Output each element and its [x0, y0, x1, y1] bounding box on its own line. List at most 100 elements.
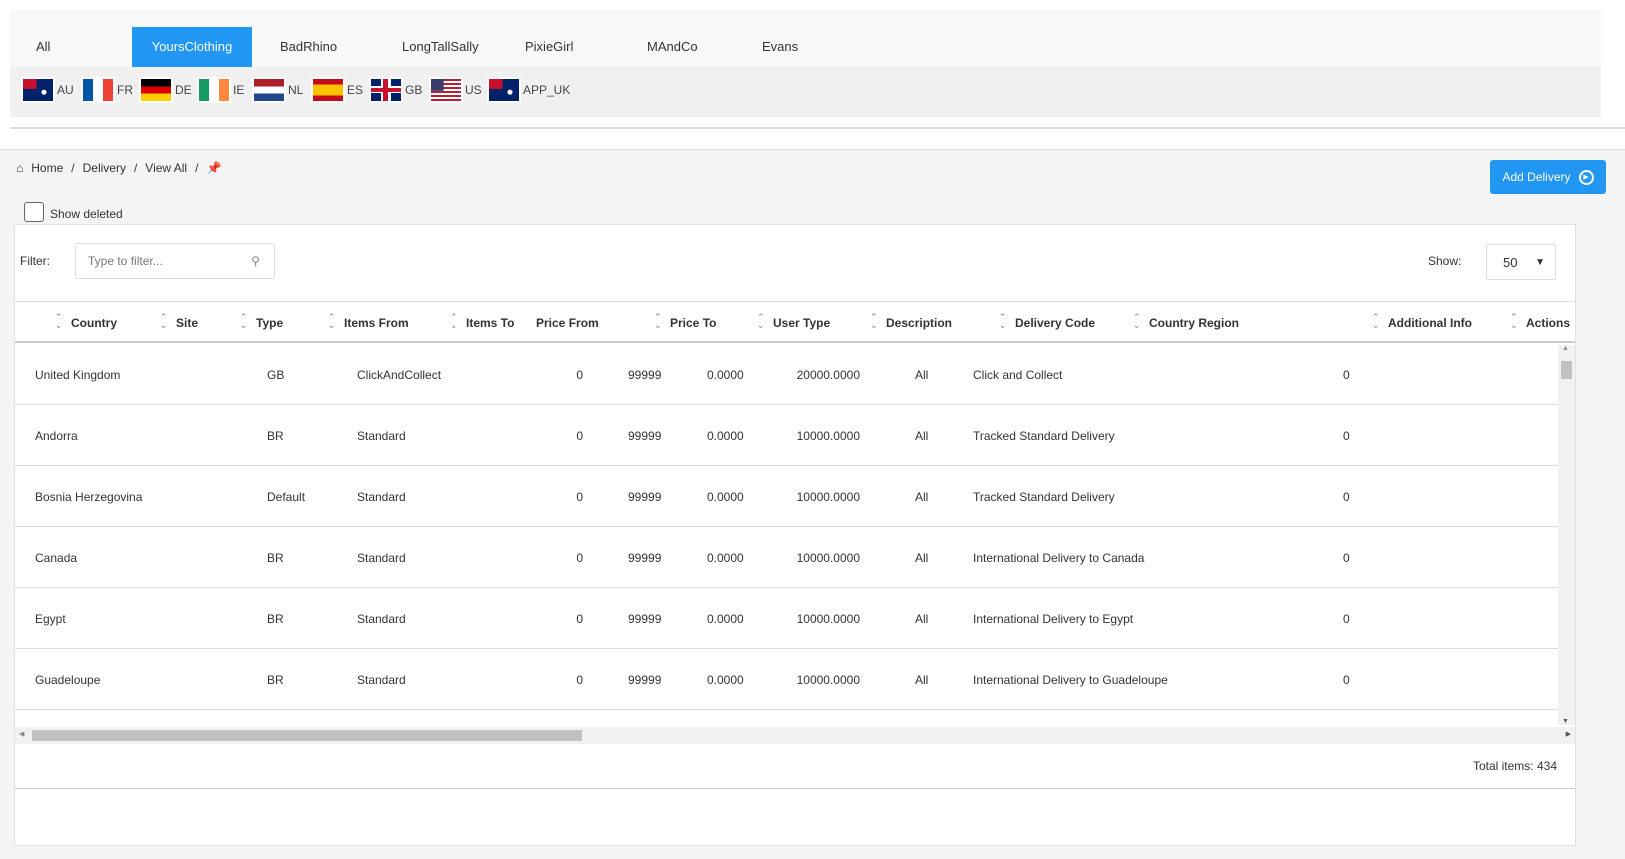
table-cell: GB — [267, 368, 285, 382]
column-header-additional-info[interactable]: Additional Info — [1388, 316, 1472, 330]
sort-icon[interactable]: ⌃ ⌄ — [1372, 313, 1380, 330]
table-cell: 0.0000 — [707, 368, 744, 382]
flag-app_uk-icon — [487, 77, 521, 103]
flag-label: NL — [288, 83, 304, 97]
column-header-price-from[interactable]: Price From — [536, 316, 599, 330]
vertical-scrollbar[interactable]: ▲ ▼ — [1558, 345, 1575, 725]
flag-us-icon — [429, 77, 463, 103]
brand-tab-badrhino[interactable]: BadRhino — [268, 27, 337, 67]
table-cell: United Kingdom — [35, 368, 121, 382]
table-cell: 0 — [576, 368, 583, 382]
table-cell: BR — [267, 551, 284, 565]
home-icon[interactable]: ⌂ — [16, 161, 23, 175]
table-row[interactable]: Egypt BR Standard 0 99999 0.0000 10000.0000 All… — [15, 588, 1558, 649]
table-row[interactable]: United Kingdom GB ClickAndCollect 0 99999 0.0… — [15, 344, 1558, 405]
table-cell: Bosnia Herzegovina — [35, 490, 143, 504]
table-row[interactable]: Guadeloupe BR Standard 0 99999 0.0000 10000.00… — [15, 649, 1558, 710]
column-header-type[interactable]: Type — [256, 316, 283, 330]
table-cell: 20000.0000 — [796, 368, 860, 382]
table-row[interactable]: Andorra BR Standard 0 99999 0.0000 10000.0000 A… — [15, 405, 1558, 466]
sort-icon[interactable]: ⌃ ⌄ — [240, 313, 248, 330]
table-cell: International Delivery to Guadeloupe — [973, 673, 1168, 687]
table-cell: 10000.0000 — [796, 551, 860, 565]
flag-gb[interactable]: GB — [369, 76, 422, 104]
table-cell: 0 — [1343, 429, 1350, 443]
flag-de[interactable]: DE — [139, 76, 192, 104]
sort-icon[interactable]: ⌃ ⌄ — [1510, 313, 1518, 330]
column-header-items-to[interactable]: Items To — [466, 316, 514, 330]
add-delivery-button[interactable]: Add Delivery ▶ — [1490, 160, 1606, 194]
brand-tab-evans[interactable]: Evans — [750, 27, 798, 67]
filter-input[interactable]: Type to filter... ⚲ — [75, 243, 275, 279]
table-cell: 0 — [1343, 490, 1350, 504]
divider — [10, 127, 1625, 129]
table-cell: 0 — [1343, 368, 1350, 382]
total-items: Total items: 434 — [1472, 759, 1557, 773]
column-header-price-to[interactable]: Price To — [670, 316, 716, 330]
table-cell: 0.0000 — [707, 429, 744, 443]
flag-nl[interactable]: NL — [252, 76, 303, 104]
show-deleted-checkbox[interactable] — [24, 202, 44, 222]
table-cell: Standard — [357, 673, 406, 687]
breadcrumb-home[interactable]: Home — [31, 161, 63, 175]
breadcrumb-view-all[interactable]: View All — [145, 161, 187, 175]
page-size-select[interactable]: 50 ▼ — [1486, 244, 1556, 280]
table-cell: 0 — [576, 551, 583, 565]
sort-icon[interactable]: ⌃ ⌄ — [870, 313, 878, 330]
table-cell: 0 — [576, 429, 583, 443]
flag-app_uk[interactable]: APP_UK — [487, 76, 570, 104]
column-header-country-region[interactable]: Country Region — [1149, 316, 1239, 330]
brand-tab-mandco[interactable]: MAndCo — [635, 27, 698, 67]
flag-es-icon — [311, 77, 345, 103]
brand-tab-longtallsally[interactable]: LongTallSally — [390, 27, 479, 67]
flag-fr[interactable]: FR — [81, 76, 133, 104]
table-cell: BR — [267, 612, 284, 626]
column-header-country[interactable]: Country — [71, 316, 117, 330]
table-cell: 99999 — [628, 551, 662, 565]
column-header-items-from[interactable]: Items From — [344, 316, 409, 330]
flag-label: DE — [175, 83, 192, 97]
sort-icon[interactable]: ⌃ ⌄ — [160, 313, 168, 330]
sort-icon[interactable]: ⌃ ⌄ — [55, 313, 63, 330]
table-cell: 10000.0000 — [796, 612, 860, 626]
column-header-actions[interactable]: Actions — [1526, 316, 1570, 330]
flag-es[interactable]: ES — [311, 76, 363, 104]
table-cell: Standard — [357, 612, 406, 626]
table-cell: International Delivery to Egypt — [973, 612, 1134, 626]
flag-gb-icon — [369, 77, 403, 103]
table-cell: 99999 — [628, 368, 662, 382]
sort-icon[interactable]: ⌃ ⌄ — [654, 313, 662, 330]
table-cell: BR — [267, 673, 284, 687]
flag-fr-icon — [81, 77, 115, 103]
sort-icon[interactable]: ⌃ ⌄ — [328, 313, 336, 330]
brand-tab-all[interactable]: All — [24, 27, 50, 67]
sort-icon[interactable]: ⌃ ⌄ — [1133, 313, 1141, 330]
flag-us[interactable]: US — [429, 76, 482, 104]
horizontal-scrollbar[interactable]: ◀ ▶ — [15, 727, 1575, 744]
table-cell: 0 — [1343, 673, 1350, 687]
column-header-description[interactable]: Description — [886, 316, 952, 330]
sort-icon[interactable]: ⌃ ⌄ — [757, 313, 765, 330]
column-header-delivery-code[interactable]: Delivery Code — [1015, 316, 1095, 330]
sort-icon[interactable]: ⌃ ⌄ — [450, 313, 458, 330]
table-row[interactable]: Canada BR Standard 0 99999 0.0000 10000.0000 Al… — [15, 527, 1558, 588]
flag-label: APP_UK — [523, 83, 571, 97]
pin-icon[interactable]: 📌 — [206, 161, 221, 175]
table-row[interactable]: Bosnia Herzegovina Default Standard 0 99999 0… — [15, 466, 1558, 527]
brand-tab-yoursclothing[interactable]: YoursClothing — [132, 27, 252, 67]
column-header-user-type[interactable]: User Type — [773, 316, 830, 330]
sort-icon[interactable]: ⌃ ⌄ — [999, 313, 1007, 330]
table-cell: 10000.0000 — [796, 673, 860, 687]
table-cell: All — [915, 368, 929, 382]
table-cell: Tracked Standard Delivery — [973, 429, 1115, 443]
flag-label: AU — [57, 83, 74, 97]
flag-ie[interactable]: IE — [197, 76, 244, 104]
flag-au[interactable]: AU — [21, 76, 74, 104]
table-cell: 0 — [576, 673, 583, 687]
column-header-site[interactable]: Site — [176, 316, 198, 330]
table-cell: All — [915, 490, 929, 504]
table-cell: 0 — [1343, 551, 1350, 565]
brand-tab-pixiegirl[interactable]: PixieGirl — [513, 27, 573, 67]
table-cell: 99999 — [628, 429, 662, 443]
breadcrumb-delivery[interactable]: Delivery — [83, 161, 126, 175]
